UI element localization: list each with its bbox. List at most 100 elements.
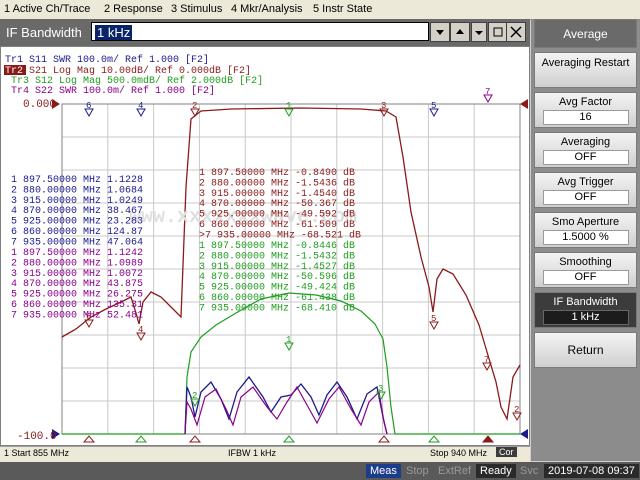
dropdown-button[interactable] — [471, 22, 487, 42]
s11-marker-table-row: 5 925.00000 MHz 23.283 — [11, 217, 143, 228]
s22-marker-table-row: 1 897.50000 MHz 1.1242 — [11, 248, 143, 259]
menu-active-ch-trace[interactable]: 1 Active Ch/Trace — [4, 3, 90, 15]
smoothing-value: OFF — [542, 270, 629, 285]
menu-bar: 1 Active Ch/Trace 2 Response 3 Stimulus … — [0, 0, 640, 20]
close-entry-button[interactable] — [506, 22, 526, 42]
s21-marker-table-row: >7 935.00000 MHz -68.521 dB — [199, 229, 361, 241]
menu-instr-state[interactable]: 5 Instr State — [313, 3, 372, 15]
marker-flag-label: 6 — [86, 101, 91, 111]
bottom-marker-icon — [427, 435, 441, 443]
s22-marker-table-row: 5 925.00000 MHz 26.275 — [11, 290, 143, 301]
s22-trace — [184, 385, 388, 435]
bottom-marker-icon — [134, 435, 148, 443]
if-bandwidth-input[interactable]: 1 kHz — [91, 22, 429, 41]
start-frequency[interactable]: 1 Start 855 MHz — [4, 448, 69, 458]
bottom-marker-icon — [481, 435, 495, 443]
if-bandwidth-label: IF Bandwidth — [553, 296, 618, 308]
averaging-button[interactable]: Averaging OFF — [534, 132, 637, 168]
marker-flag-label: 2 — [514, 405, 519, 415]
marker-flag-label: 2 — [192, 391, 197, 401]
ifbw-status[interactable]: IFBW 1 kHz — [228, 448, 276, 458]
meas-status: Meas — [366, 464, 401, 478]
bottom-marker-icon — [82, 435, 96, 443]
avg-trigger-value: OFF — [542, 190, 629, 205]
trace-tr4-label[interactable]: Tr4 S22 SWR 100.0m/ Ref 1.000 [F2] — [11, 85, 215, 97]
chart-svg: 6 4 2 1 3 5764213572 www.xxxxxxxwave.com Tr1 … — [4, 54, 528, 443]
smo-aperture-button[interactable]: Smo Aperture 1.5000 % — [534, 212, 637, 248]
s11-marker-table-row: 4 870.00000 MHz 38.467 — [11, 206, 143, 217]
stop-status: Stop — [406, 465, 429, 477]
smo-aperture-value: 1.5000 % — [542, 230, 629, 245]
keypad-button[interactable] — [488, 22, 508, 42]
bottom-marker-icon — [282, 435, 296, 443]
marker-flag-label: 4 — [138, 101, 143, 111]
s12-marker-table-row: 6 860.00000 MHz -61.438 dB — [199, 292, 355, 304]
date-time: 2019-07-08 09:37 — [544, 464, 639, 478]
axis-bottom-label: -100.0 — [17, 431, 57, 443]
marker-flag-label: 1 — [286, 335, 291, 345]
axis-top-label: 0.000 — [23, 99, 56, 111]
ref-arrow-right-bottom-icon — [520, 429, 528, 439]
avg-factor-label: Avg Factor — [559, 96, 612, 108]
marker-flag-label: 1 — [286, 101, 291, 111]
menu-response[interactable]: 2 Response — [104, 3, 163, 15]
channel-status-bar: 1 Start 855 MHz IFBW 1 kHz Stop 940 MHz … — [0, 446, 530, 462]
s21-marker-table-row: 4 870.00000 MHz -50.367 dB — [199, 198, 355, 210]
avg-factor-value: 16 — [542, 110, 629, 125]
smo-aperture-label: Smo Aperture — [551, 216, 620, 228]
bottom-marker-icon — [188, 435, 202, 443]
s11-marker-table-row: 2 880.00000 MHz 1.0684 — [11, 185, 143, 196]
averaging-restart-label: Averaging Restart — [541, 57, 630, 69]
softkey-panel: Average Averaging Restart Avg Factor 16 A… — [531, 19, 640, 461]
chevron-up-icon — [456, 29, 464, 34]
smoothing-button[interactable]: Smoothing OFF — [534, 252, 637, 288]
instrument-status-bar: Meas Stop ExtRef Ready Svc 2019-07-08 09… — [0, 462, 640, 480]
stop-frequency[interactable]: Stop 940 MHz — [430, 448, 487, 458]
s22-marker-table-row: 7 935.00000 MHz 52.481 — [11, 310, 143, 321]
svc-status: Svc — [520, 465, 539, 477]
menu-stimulus[interactable]: 3 Stimulus — [171, 3, 222, 15]
chevron-down-icon — [436, 30, 444, 35]
ready-status: Ready — [476, 464, 516, 478]
s21-marker-table-row: 5 925.00000 MHz -49.592 dB — [199, 209, 355, 221]
bottom-marker-icon — [377, 435, 391, 443]
s21-marker-table-row: 1 897.50000 MHz -0.8490 dB — [199, 167, 355, 179]
if-bandwidth-button[interactable]: IF Bandwidth 1 kHz — [534, 292, 637, 328]
averaging-restart-button[interactable]: Averaging Restart — [534, 52, 637, 88]
s22-marker-table-row: 2 880.00000 MHz 1.0989 — [11, 258, 143, 269]
s22-marker-table-row: 4 870.00000 MHz 43.875 — [11, 279, 143, 290]
averaging-value: OFF — [542, 150, 629, 165]
s12-marker-table-row: 2 880.00000 MHz -1.5432 dB — [199, 250, 355, 262]
s11-marker-table-row: 1 897.50000 MHz 1.1228 — [11, 175, 143, 186]
s12-marker-table-row: 7 935.00000 MHz -68.410 dB — [199, 302, 355, 314]
extref-status: ExtRef — [438, 465, 472, 477]
entry-label: IF Bandwidth — [6, 25, 82, 40]
marker-flag-label: 2 — [192, 101, 197, 111]
close-icon — [510, 26, 522, 38]
marker-flag-label: 3 — [381, 101, 386, 111]
s22-marker-table-row: 6 860.00000 MHz 135.31 — [11, 300, 143, 311]
s12-marker-table-row: 5 925.00000 MHz -49.424 dB — [199, 282, 355, 294]
trace-tr1-label[interactable]: Tr1 S11 SWR 100.0m/ Ref 1.000 [F2] — [5, 54, 209, 66]
marker-flag-label: 4 — [138, 325, 143, 335]
avg-factor-button[interactable]: Avg Factor 16 — [534, 92, 637, 128]
s12-marker-table-row: 4 870.00000 MHz -50.596 dB — [199, 271, 355, 283]
s11-marker-table-row: 7 935.00000 MHz 47.064 — [11, 237, 143, 248]
marker-flag-label: 5 — [431, 101, 436, 111]
avg-trigger-button[interactable]: Avg Trigger OFF — [534, 172, 637, 208]
avg-trigger-label: Avg Trigger — [557, 176, 614, 188]
chart-window[interactable]: 642135764213572 www.xxxxxxxwave.com Tr1 … — [0, 46, 530, 446]
s21-marker-table-row: 6 860.00000 MHz -61.509 dB — [199, 219, 355, 231]
s21-marker-table-row: 2 880.00000 MHz -1.5436 dB — [199, 177, 355, 189]
s22-marker-table-row: 3 915.00000 MHz 1.0072 — [11, 269, 143, 280]
ref-arrow-right-icon — [520, 99, 528, 109]
return-button[interactable]: Return — [534, 332, 637, 368]
marker-flag-label: 7 — [485, 87, 490, 97]
spin-up-button[interactable] — [450, 22, 470, 42]
box-icon — [493, 27, 503, 37]
entry-value: 1 kHz — [95, 25, 133, 40]
if-bandwidth-value: 1 kHz — [542, 310, 629, 325]
menu-mkr-analysis[interactable]: 4 Mkr/Analysis — [231, 3, 303, 15]
spin-down-button[interactable] — [430, 22, 450, 42]
caret-down-icon — [475, 31, 483, 35]
